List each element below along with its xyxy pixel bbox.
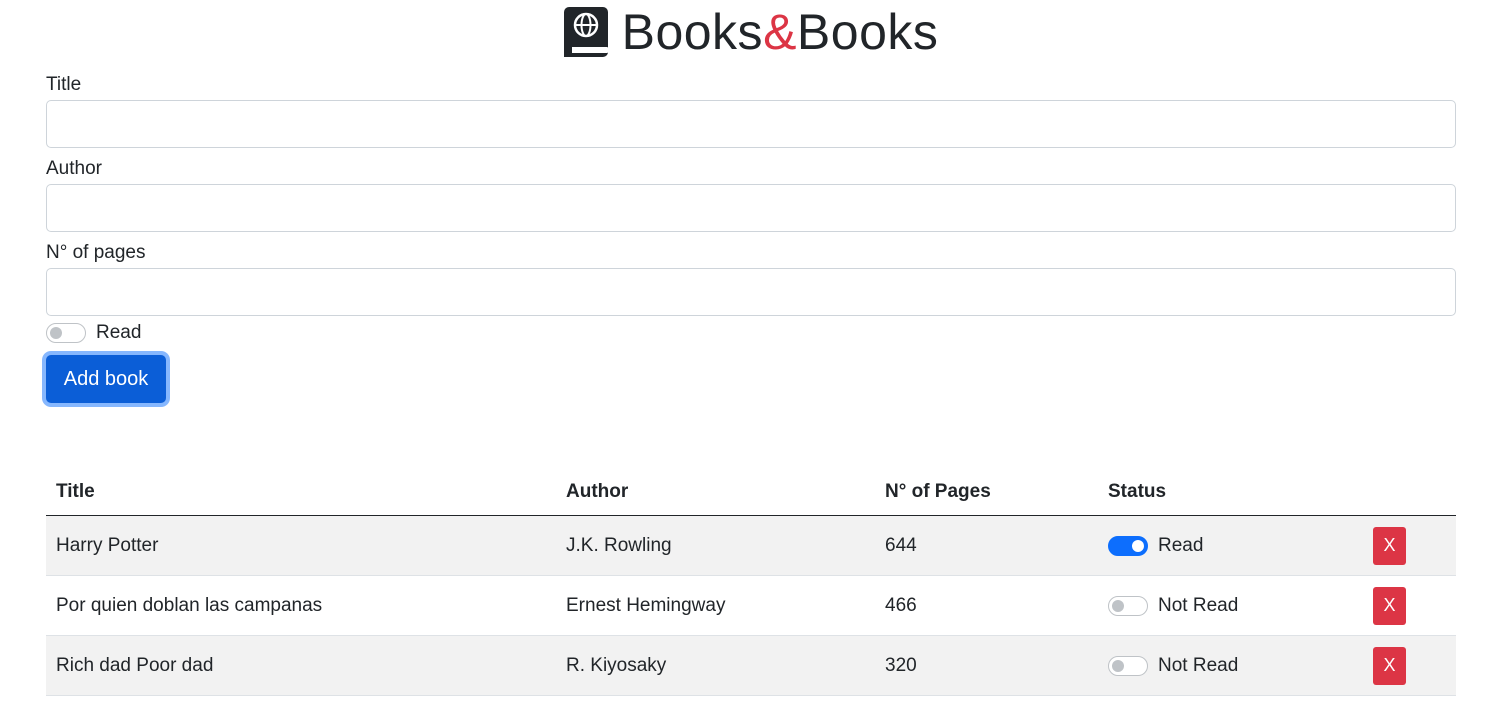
delete-book-button[interactable]: X [1373, 526, 1406, 565]
app-container: Books&Books Title Author N° of pages Rea… [46, 0, 1456, 696]
read-toggle-row: Read [46, 320, 1456, 346]
header-title: Title [46, 469, 556, 516]
status-wrapper: Not Read [1108, 655, 1353, 677]
toggle-knob [1112, 659, 1124, 672]
cell-actions: X [1363, 515, 1456, 576]
cell-pages: 320 [875, 635, 1098, 696]
table-body: Harry Potter J.K. Rowling 644 Read X Por… [46, 515, 1456, 696]
cell-pages: 644 [875, 515, 1098, 576]
table-row: Harry Potter J.K. Rowling 644 Read X [46, 515, 1456, 576]
cell-status: Not Read [1098, 635, 1363, 696]
header-status: Status [1098, 469, 1363, 516]
delete-book-button[interactable]: X [1373, 586, 1406, 625]
read-toggle[interactable] [46, 323, 86, 343]
cell-actions: X [1363, 575, 1456, 636]
toggle-knob [1132, 539, 1144, 552]
title-label: Title [46, 74, 82, 95]
app-title-part1: Books [621, 4, 764, 60]
book-globe-icon [563, 7, 608, 57]
app-title: Books&Books [622, 0, 939, 64]
cell-status: Read [1098, 515, 1363, 576]
header-row: Title Author N° of Pages Status [46, 469, 1456, 516]
table-row: Rich dad Poor dad R. Kiyosaky 320 Not Re… [46, 635, 1456, 696]
delete-book-button[interactable]: X [1373, 646, 1406, 685]
status-toggle[interactable] [1108, 595, 1148, 616]
header-actions [1363, 469, 1456, 516]
table-header: Title Author N° of Pages Status [46, 469, 1456, 516]
brand-header: Books&Books [46, 0, 1456, 64]
read-toggle-label: Read [96, 322, 142, 343]
status-wrapper: Read [1108, 535, 1353, 557]
cell-actions: X [1363, 635, 1456, 696]
title-input[interactable] [46, 100, 1456, 148]
toggle-knob [1112, 599, 1124, 612]
pages-label: N° of pages [46, 242, 146, 263]
status-wrapper: Not Read [1108, 595, 1353, 617]
books-table: Title Author N° of Pages Status Harry Po… [46, 469, 1456, 696]
header-pages: N° of Pages [875, 469, 1098, 516]
pages-input[interactable] [46, 268, 1456, 316]
toggle-knob [50, 327, 62, 339]
app-title-ampersand: & [763, 4, 797, 60]
add-book-button[interactable]: Add book [46, 355, 166, 403]
cell-author: Ernest Hemingway [556, 575, 875, 636]
cell-pages: 466 [875, 575, 1098, 636]
status-toggle[interactable] [1108, 655, 1148, 676]
header-author: Author [556, 469, 875, 516]
app-title-part2: Books [796, 4, 939, 60]
cell-title: Por quien doblan las campanas [46, 575, 556, 636]
table-row: Por quien doblan las campanas Ernest Hem… [46, 575, 1456, 636]
cell-author: R. Kiyosaky [556, 635, 875, 696]
author-input[interactable] [46, 184, 1456, 232]
status-toggle[interactable] [1108, 535, 1148, 556]
status-label: Not Read [1158, 594, 1239, 616]
cell-title: Rich dad Poor dad [46, 635, 556, 696]
add-book-form: Title Author N° of pages Read Add book [46, 73, 1456, 403]
cell-title: Harry Potter [46, 515, 556, 576]
cell-author: J.K. Rowling [556, 515, 875, 576]
status-label: Not Read [1158, 654, 1239, 676]
author-label: Author [46, 158, 102, 179]
status-label: Read [1158, 534, 1204, 556]
cell-status: Not Read [1098, 575, 1363, 636]
